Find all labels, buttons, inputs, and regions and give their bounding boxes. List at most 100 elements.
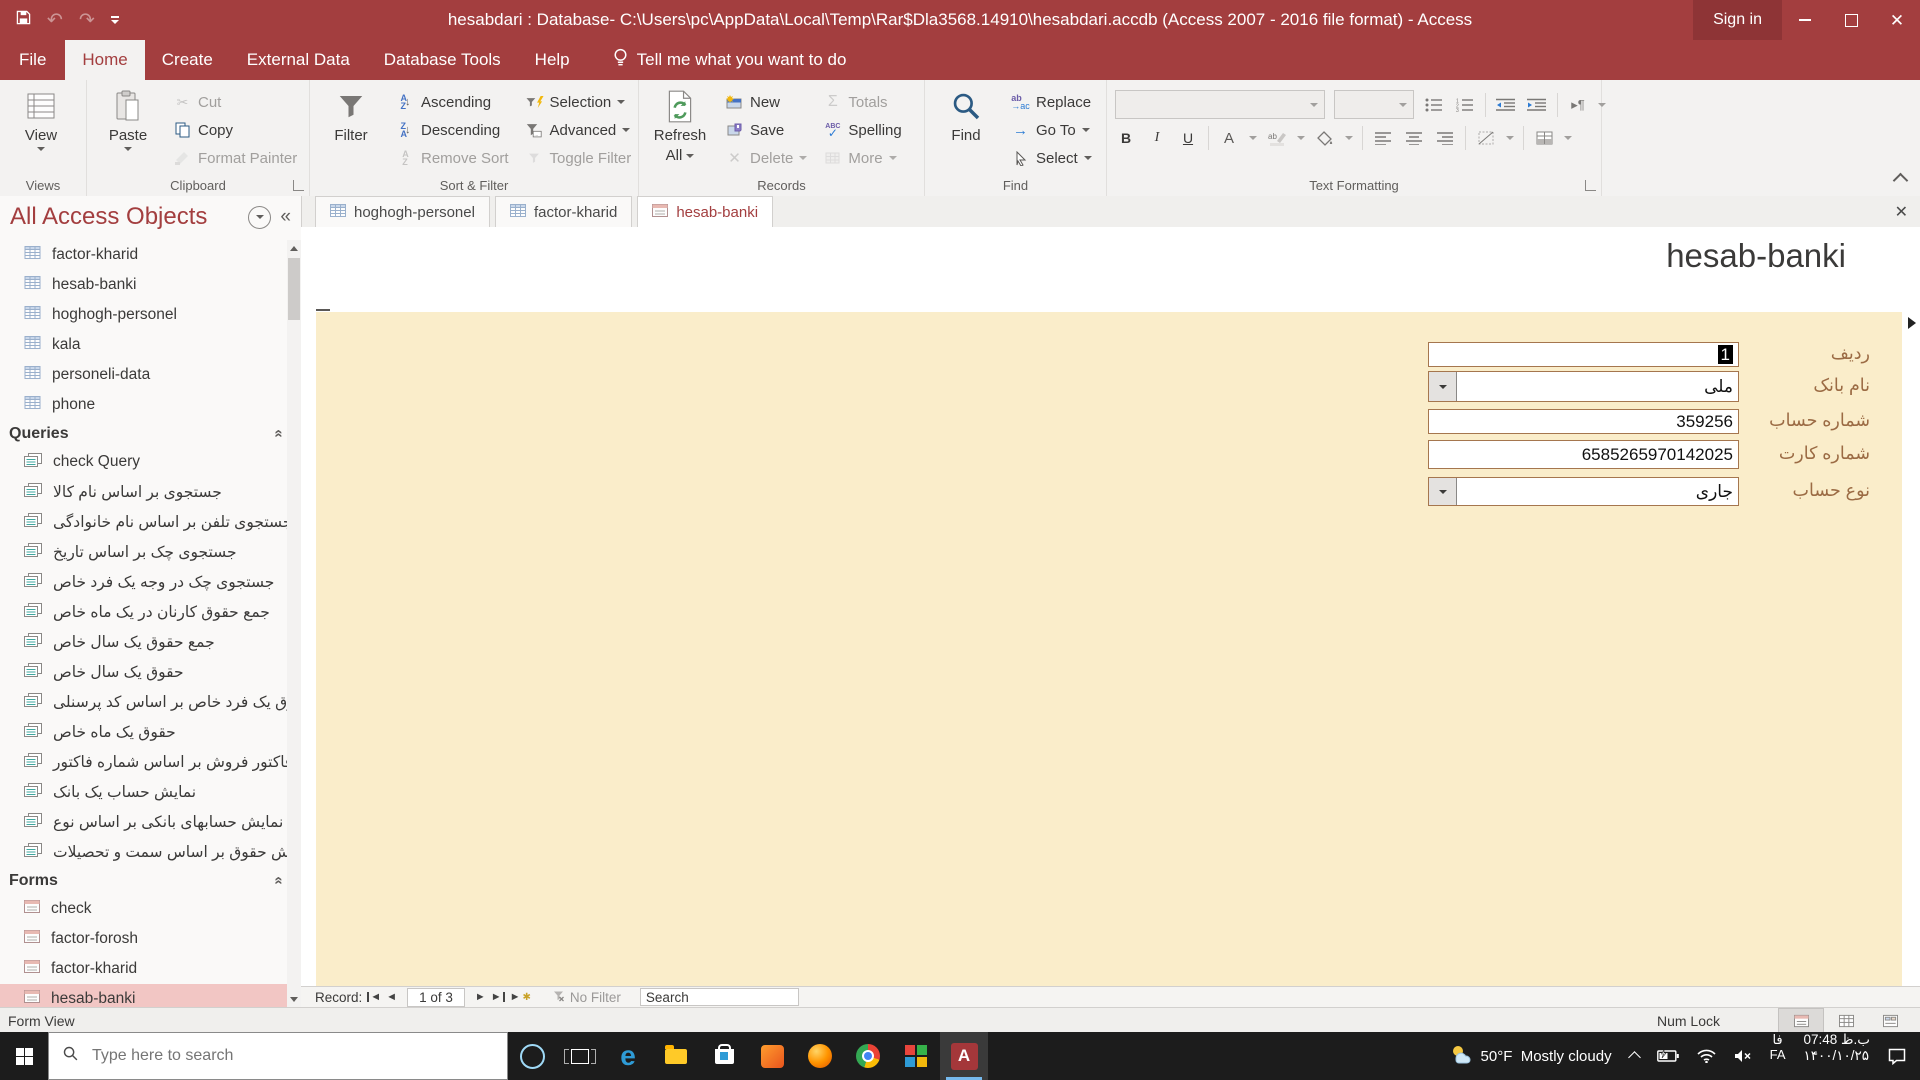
nav-query-item[interactable]: جستجوی بر اساس نام کالا (0, 477, 287, 507)
find-button[interactable]: Find (933, 85, 999, 174)
nav-query-item[interactable]: حقوق یک ماه خاص (0, 717, 287, 747)
form-view-button[interactable] (1778, 1007, 1824, 1034)
more-button[interactable]: More (819, 144, 905, 172)
nav-query-item[interactable]: نمایش حساب یک بانک (0, 777, 287, 807)
nav-query-item[interactable]: نمایش حقوق بر اساس سمت و تحصیلات (0, 837, 287, 867)
tab-database-tools[interactable]: Database Tools (367, 40, 518, 80)
app-icon-orange[interactable] (748, 1032, 796, 1080)
minimize-button[interactable] (1782, 0, 1828, 40)
next-record-button[interactable]: ► (475, 991, 486, 1003)
last-record-button[interactable]: ► (491, 991, 505, 1003)
battery-icon[interactable] (1648, 1032, 1688, 1080)
datasheet-view-button[interactable] (1824, 1009, 1868, 1033)
access-taskbar-icon[interactable]: A (940, 1032, 988, 1080)
replace-button[interactable]: ab →ac Replace (1007, 88, 1096, 116)
bullets-icon[interactable] (1423, 94, 1445, 116)
new-record-button[interactable]: New (721, 88, 811, 116)
nav-table-factor-kharid[interactable]: factor-kharid (0, 240, 287, 270)
increase-indent-icon[interactable] (1526, 94, 1548, 116)
action-center-icon[interactable] (1879, 1032, 1920, 1080)
align-left-icon[interactable] (1372, 127, 1394, 149)
nav-form-hesab-banki[interactable]: hesab-banki (0, 984, 287, 1007)
office-icon[interactable] (892, 1032, 940, 1080)
new-blank-record-button[interactable]: ► ✱ (510, 991, 531, 1003)
nav-query-item[interactable]: جستجوی چک بر اساس تاریخ (0, 537, 287, 567)
close-button[interactable]: ✕ (1874, 0, 1920, 40)
nav-form-factor-kharid[interactable]: factor-kharid (0, 954, 287, 984)
delete-record-button[interactable]: ✕ Delete (721, 144, 811, 172)
view-button[interactable]: View (8, 85, 74, 174)
search-input[interactable] (90, 1046, 494, 1066)
font-color-icon[interactable]: A (1218, 127, 1240, 149)
align-center-icon[interactable] (1403, 127, 1425, 149)
paragraph-direction-icon[interactable]: ▸¶ (1567, 94, 1589, 116)
ascending-button[interactable]: A Z ↓ Ascending (392, 88, 513, 116)
nav-table-hoghogh-personel[interactable]: hoghogh-personel (0, 300, 287, 330)
totals-button[interactable]: Σ Totals (819, 88, 905, 116)
gridlines-icon[interactable] (1475, 127, 1497, 149)
collapse-section-icon[interactable]: « (270, 429, 287, 437)
numbering-icon[interactable]: 123 (1454, 94, 1476, 116)
cut-button[interactable]: ✂ Cut (169, 88, 301, 116)
format-painter-button[interactable]: Format Painter (169, 144, 301, 172)
cortana-icon[interactable] (508, 1032, 556, 1080)
toggle-filter-button[interactable]: Toggle Filter (521, 144, 636, 172)
nav-query-item[interactable]: جستجوی تلفن بر اساس نام خانوادگی (0, 507, 287, 537)
nav-query-item[interactable]: حقوق یک سال خاص (0, 657, 287, 687)
spelling-button[interactable]: ABC ✓ Spelling (819, 116, 905, 144)
task-view-icon[interactable] (556, 1032, 604, 1080)
filter-button[interactable]: Filter (318, 85, 384, 174)
scroll-right-icon[interactable] (1908, 317, 1916, 329)
collapse-ribbon-icon[interactable] (1892, 172, 1909, 189)
tell-me-box[interactable]: Tell me what you want to do (613, 40, 846, 80)
sign-in-button[interactable]: Sign in (1693, 0, 1782, 40)
underline-button[interactable]: U (1177, 127, 1199, 149)
tab-external-data[interactable]: External Data (230, 40, 367, 80)
save-icon[interactable] (16, 10, 31, 30)
nav-query-item[interactable]: جمع حقوق کارنان در یک ماه خاص (0, 597, 287, 627)
combo-dropdown-icon[interactable] (1429, 478, 1457, 505)
go-to-button[interactable]: → Go To (1007, 116, 1096, 144)
weather-widget[interactable]: 50°F Mostly cloudy (1440, 1032, 1621, 1080)
descending-button[interactable]: Z A ↓ Descending (392, 116, 513, 144)
firefox-icon[interactable] (796, 1032, 844, 1080)
nav-table-personeli-data[interactable]: personeli-data (0, 360, 287, 390)
highlight-color-icon[interactable]: ab (1266, 127, 1288, 149)
scroll-up-icon[interactable] (287, 240, 301, 256)
close-document-icon[interactable]: ✕ (1895, 202, 1908, 222)
font-name-combo[interactable] (1115, 90, 1325, 119)
volume-muted-icon[interactable] (1725, 1032, 1761, 1080)
undo-icon[interactable]: ↶ (47, 11, 63, 30)
record-search-input[interactable]: Search (639, 988, 799, 1006)
copy-button[interactable]: Copy (169, 116, 301, 144)
taskbar-search-box[interactable] (48, 1032, 508, 1080)
nav-scrollbar[interactable] (287, 240, 301, 1007)
tab-create[interactable]: Create (145, 40, 230, 80)
nav-query-item[interactable]: حقوق یک فرد خاص بر اساس کد پرسنلی (0, 687, 287, 717)
save-record-button[interactable]: Save (721, 116, 811, 144)
tray-expand-icon[interactable] (1621, 1032, 1648, 1080)
tab-help[interactable]: Help (518, 40, 587, 80)
first-record-button[interactable]: ◄ (367, 991, 381, 1003)
record-position[interactable]: 1 of 3 (407, 987, 465, 1007)
clock-widget[interactable]: ب.ظ 07:48 ۱۴۰۰/۱۰/۲۵ (1795, 1032, 1880, 1080)
fill-color-icon[interactable] (1314, 127, 1336, 149)
text-formatting-dialog-launcher[interactable] (1585, 180, 1596, 191)
nav-query-item[interactable]: جمع حقوق یک سال خاص (0, 627, 287, 657)
combo-dropdown-icon[interactable] (1429, 372, 1457, 401)
filter-status[interactable]: No Filter (552, 990, 621, 1005)
nav-form-factor-forosh[interactable]: factor-forosh (0, 924, 287, 954)
remove-sort-button[interactable]: AZ Remove Sort (392, 144, 513, 172)
advanced-button[interactable]: ... Advanced (521, 116, 636, 144)
nav-menu-icon[interactable] (248, 205, 272, 229)
redo-icon[interactable]: ↷ (79, 11, 95, 30)
scrollbar-thumb[interactable] (288, 258, 300, 320)
shutter-bar-close-icon[interactable]: « (280, 206, 291, 228)
collapse-section-icon[interactable]: « (270, 876, 287, 884)
customize-quick-access-icon[interactable] (110, 16, 119, 24)
file-explorer-icon[interactable] (652, 1032, 700, 1080)
nav-query-item[interactable]: فاکتور فروش بر اساس شماره فاکتور (0, 747, 287, 777)
previous-record-button[interactable]: ◄ (386, 991, 397, 1003)
bold-button[interactable]: B (1115, 127, 1137, 149)
microsoft-store-icon[interactable] (700, 1032, 748, 1080)
